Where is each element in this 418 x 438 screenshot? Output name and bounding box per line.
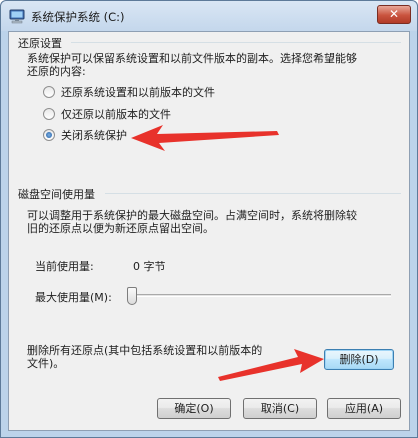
radio-label: 关闭系统保护 [61, 129, 127, 142]
restore-settings-heading: 还原设置 [18, 35, 62, 51]
radio-restore-files-only[interactable]: 仅还原以前版本的文件 [43, 106, 171, 122]
delete-description: 删除所有还原点(其中包括系统设置和以前版本的 文件)。 [27, 344, 317, 370]
max-usage-label: 最大使用量(M): [35, 291, 112, 304]
apply-button[interactable]: 应用(A) [327, 398, 401, 419]
close-button[interactable]: ✕ [377, 5, 411, 24]
ok-button[interactable]: 确定(O) [157, 398, 231, 419]
delete-description-line2: 文件)。 [27, 357, 65, 370]
radio-turn-off-protection[interactable]: 关闭系统保护 [43, 127, 127, 143]
title-bar[interactable]: 系统保护系统 (C:) ✕ [1, 1, 417, 31]
disk-description-line2: 旧的还原点以便为新还原点留出空间。 [27, 222, 214, 235]
current-usage-value: 0 字节 [133, 260, 166, 273]
radio-button-selected[interactable] [43, 129, 55, 141]
disk-usage-divider [105, 193, 401, 194]
radio-button[interactable] [43, 86, 55, 98]
window-title: 系统保护系统 (C:) [31, 10, 125, 24]
disk-description: 可以调整用于系统保护的最大磁盘空间。占满空间时，系统将删除较 旧的还原点以便为新… [27, 209, 399, 235]
computer-icon [9, 9, 25, 24]
close-icon: ✕ [388, 7, 400, 21]
restore-description: 系统保护可以保留系统设置和以前文件版本的副本。选择您希望能够 还原的内容: [27, 52, 399, 78]
radio-label: 还原系统设置和以前版本的文件 [61, 86, 215, 99]
restore-description-line2: 还原的内容: [27, 65, 86, 78]
radio-label: 仅还原以前版本的文件 [61, 108, 171, 121]
restore-settings-divider [71, 42, 401, 43]
radio-button[interactable] [43, 108, 55, 120]
system-protection-dialog: 系统保护系统 (C:) ✕ 还原设置 系统保护可以保留系统设置和以前文件版本的副… [0, 0, 418, 438]
dialog-body: 还原设置 系统保护可以保留系统设置和以前文件版本的副本。选择您希望能够 还原的内… [8, 31, 410, 431]
current-usage-label: 当前使用量: [35, 260, 94, 273]
disk-usage-heading: 磁盘空间使用量 [18, 186, 95, 202]
delete-description-line1: 删除所有还原点(其中包括系统设置和以前版本的 [27, 344, 263, 357]
delete-button[interactable]: 删除(D) [324, 349, 394, 370]
max-usage-slider-thumb[interactable] [127, 287, 137, 305]
restore-description-line1: 系统保护可以保留系统设置和以前文件版本的副本。选择您希望能够 [27, 52, 357, 65]
radio-restore-settings-and-files[interactable]: 还原系统设置和以前版本的文件 [43, 84, 215, 100]
max-usage-slider-track[interactable] [127, 294, 391, 297]
cancel-button[interactable]: 取消(C) [243, 398, 317, 419]
disk-description-line1: 可以调整用于系统保护的最大磁盘空间。占满空间时，系统将删除较 [27, 209, 357, 222]
